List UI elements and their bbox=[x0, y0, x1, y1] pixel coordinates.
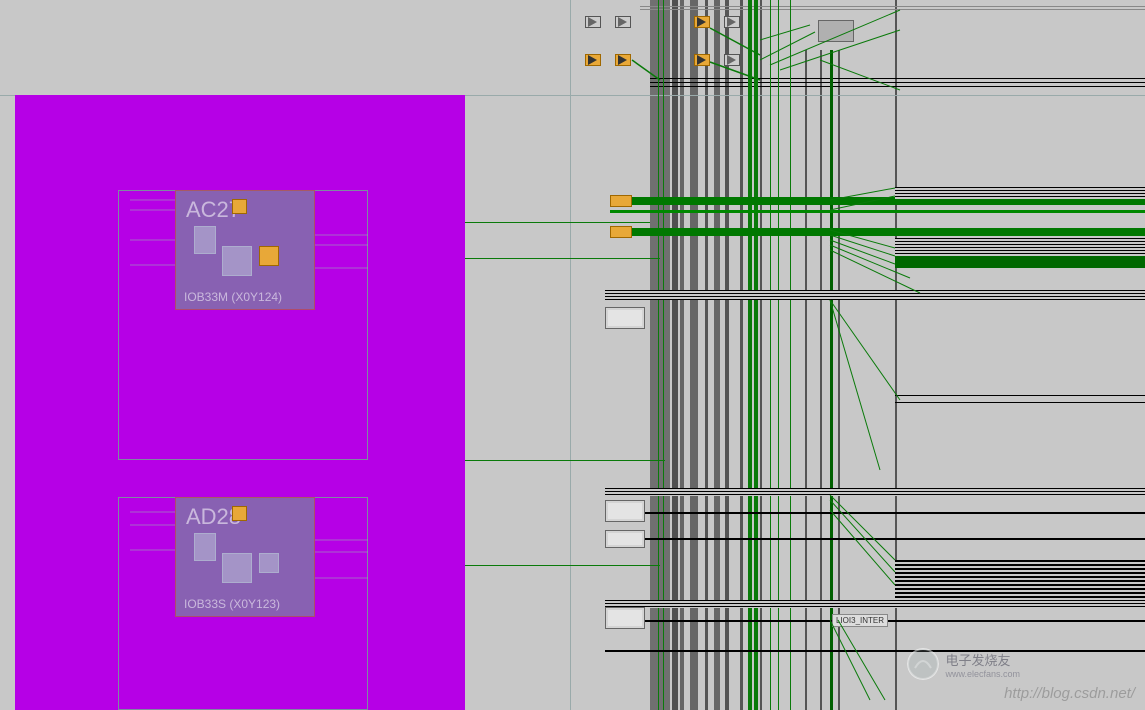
net-wire bbox=[895, 395, 1145, 396]
brand-text: 电子发烧友 www.elecfans.com bbox=[945, 650, 1020, 679]
net-wire bbox=[650, 78, 1145, 79]
iob-internals bbox=[194, 226, 294, 281]
watermark-url: http://blog.csdn.net/ bbox=[1004, 685, 1135, 702]
device-view-canvas[interactable]: LIOI3_INTER AC27 IOB33M (X0Y124) AD28 IO… bbox=[0, 0, 1145, 710]
iob-used-marker bbox=[232, 199, 247, 214]
iob-site-label: IOB33M (X0Y124) bbox=[184, 290, 282, 304]
bus-dense bbox=[895, 187, 1145, 199]
brand-logo-icon bbox=[907, 648, 939, 680]
net-wire bbox=[650, 86, 1145, 87]
bel-cell[interactable] bbox=[222, 246, 252, 276]
watermark-brand: 电子发烧友 www.elecfans.com bbox=[907, 648, 1020, 680]
macro-block[interactable] bbox=[818, 20, 854, 42]
interconnect-tile[interactable] bbox=[605, 530, 645, 548]
net-wire bbox=[895, 402, 1145, 403]
net-wire bbox=[605, 538, 1145, 540]
routing-channel bbox=[820, 50, 822, 710]
routing-channel bbox=[805, 50, 807, 710]
interconnect-tile[interactable] bbox=[605, 500, 645, 522]
buffer-icon bbox=[697, 55, 706, 65]
net-wire bbox=[605, 512, 1145, 514]
bus-dense bbox=[605, 488, 1145, 496]
routing-channel bbox=[838, 50, 840, 710]
buffer-icon bbox=[618, 55, 627, 65]
bus-dense bbox=[895, 238, 1145, 256]
bus-dense bbox=[895, 560, 1145, 600]
interconnect-label: LIOI3_INTER bbox=[832, 614, 888, 627]
column-divider bbox=[570, 0, 571, 710]
bus-dense bbox=[605, 290, 1145, 300]
iob-tile-ad28[interactable]: AD28 IOB33S (X0Y123) bbox=[175, 497, 315, 617]
net-wire bbox=[605, 650, 1145, 652]
iob-site-label: IOB33S (X0Y123) bbox=[184, 597, 280, 611]
net-bus-wide bbox=[895, 254, 1145, 268]
bel-cell[interactable] bbox=[259, 553, 279, 573]
iob-tile-ac27[interactable]: AC27 IOB33M (X0Y124) bbox=[175, 190, 315, 310]
buffer-icon bbox=[727, 17, 736, 27]
buffer-icon bbox=[618, 17, 627, 27]
bel-cell[interactable] bbox=[194, 226, 216, 254]
interconnect-tile[interactable] bbox=[605, 307, 645, 329]
net-wire bbox=[640, 6, 1145, 7]
bus-dense bbox=[605, 600, 1145, 608]
buffer-icon bbox=[697, 17, 706, 27]
net-wire bbox=[650, 82, 1145, 83]
net-wire bbox=[640, 9, 1145, 10]
buffer-icon bbox=[588, 17, 597, 27]
iob-used-marker bbox=[232, 506, 247, 521]
bel-cell[interactable] bbox=[194, 533, 216, 561]
iob-internals bbox=[194, 533, 294, 588]
pad-used[interactable] bbox=[610, 195, 632, 207]
net-bus bbox=[630, 228, 1145, 236]
buffer-icon bbox=[588, 55, 597, 65]
bel-cell[interactable] bbox=[222, 553, 252, 583]
net-bus bbox=[610, 210, 1145, 213]
net-wire-active bbox=[830, 50, 833, 710]
bel-cell-used[interactable] bbox=[259, 246, 279, 266]
buffer-icon bbox=[727, 55, 736, 65]
pad-used[interactable] bbox=[610, 226, 632, 238]
interconnect-tile[interactable] bbox=[605, 607, 645, 629]
